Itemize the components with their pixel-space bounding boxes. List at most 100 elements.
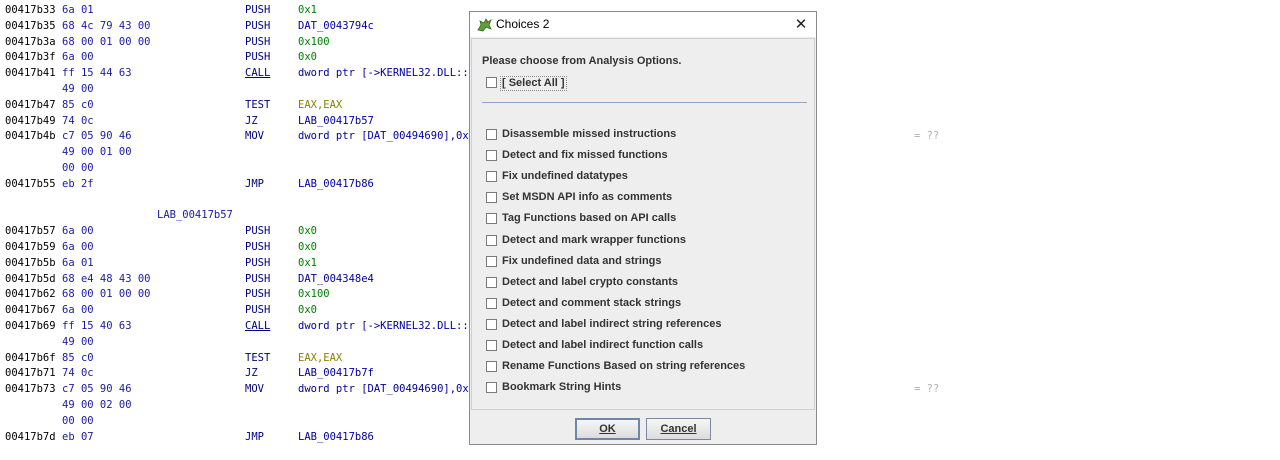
instruction-mnemonic: CALL xyxy=(245,67,271,80)
instruction-operands: 0x100 xyxy=(298,35,330,48)
instruction-mnemonic: PUSH xyxy=(245,304,271,317)
instruction-mnemonic: MOV xyxy=(245,130,264,143)
instruction-address: 00417b69 xyxy=(5,320,56,332)
eol-comment: = ?? xyxy=(914,383,940,396)
instruction-mnemonic: TEST xyxy=(245,98,271,111)
instruction-address: 00417b7d xyxy=(5,430,56,443)
instruction-bytes: 49 00 02 00 xyxy=(62,399,132,411)
analysis-option-label[interactable]: Detect and label indirect string referen… xyxy=(502,318,721,330)
instruction-bytes: eb 07 xyxy=(62,430,94,443)
instruction-bytes: 6a 01 xyxy=(62,256,94,269)
choices-dialog: Choices 2 ✕ Please choose from Analysis … xyxy=(469,11,817,445)
analysis-option-label[interactable]: Fix undefined datatypes xyxy=(502,170,628,182)
instruction-mnemonic: JMP xyxy=(245,430,264,443)
dialog-prompt: Please choose from Analysis Options. xyxy=(482,55,682,67)
analysis-option-label[interactable]: Fix undefined data and strings xyxy=(502,255,662,267)
instruction-address: 00417b55 xyxy=(5,177,56,190)
instruction-mnemonic: JZ xyxy=(245,114,258,127)
analysis-option-label[interactable]: Rename Functions Based on string referen… xyxy=(502,360,745,372)
checkbox-box[interactable] xyxy=(486,150,497,162)
instruction-address: 00417b41 xyxy=(5,67,56,80)
instruction-address: 00417b62 xyxy=(5,288,56,301)
dialog-title: Choices 2 xyxy=(496,17,550,31)
instruction-operands: 0x0 xyxy=(298,241,317,253)
analysis-option-label[interactable]: Disassemble missed instructions xyxy=(502,128,676,140)
checkbox-box[interactable] xyxy=(486,255,497,267)
instruction-bytes: 68 4c 79 43 00 xyxy=(62,19,151,32)
analysis-option-label[interactable]: Detect and mark wrapper functions xyxy=(502,234,686,246)
analysis-option-label[interactable]: Detect and label crypto constants xyxy=(502,276,678,288)
instruction-operands: EAX,EAX xyxy=(298,98,343,111)
instruction-bytes: 49 00 xyxy=(62,83,94,95)
instruction-bytes: 68 00 01 00 00 xyxy=(62,288,151,301)
instruction-address: 00417b67 xyxy=(5,304,56,317)
analysis-option-label[interactable]: Set MSDN API info as comments xyxy=(502,191,672,203)
checkbox-box[interactable] xyxy=(486,382,497,394)
instruction-address: 00417b71 xyxy=(5,367,56,380)
instruction-bytes: 6a 00 xyxy=(62,51,94,64)
instruction-mnemonic: PUSH xyxy=(245,51,271,64)
instruction-operands: 0x0 xyxy=(298,51,317,64)
checkbox-box[interactable] xyxy=(486,171,497,183)
instruction-mnemonic: PUSH xyxy=(245,35,271,48)
analysis-option-label[interactable]: Bookmark String Hints xyxy=(502,381,621,393)
instruction-address: 00417b3f xyxy=(5,51,56,64)
instruction-mnemonic: JZ xyxy=(245,367,258,380)
checkbox-box[interactable] xyxy=(486,318,497,330)
checkbox-box[interactable] xyxy=(486,340,497,351)
instruction-address: 00417b35 xyxy=(5,19,56,32)
instruction-bytes: 6a 00 xyxy=(62,241,94,253)
checkbox-box[interactable] xyxy=(486,297,497,309)
instruction-address: 00417b47 xyxy=(5,98,56,111)
instruction-address: 00417b5d xyxy=(5,272,56,285)
instruction-address: 00417b57 xyxy=(5,225,56,238)
code-label: LAB_00417b57 xyxy=(157,209,233,222)
checkbox-box[interactable] xyxy=(486,77,497,88)
options-panel: Please choose from Analysis Options. [ S… xyxy=(471,38,815,410)
analysis-option-label[interactable]: Detect and label indirect function calls xyxy=(502,339,703,351)
close-icon[interactable]: ✕ xyxy=(786,12,816,37)
checkbox-box[interactable] xyxy=(486,213,497,225)
instruction-mnemonic: TEST xyxy=(245,351,271,364)
instruction-bytes: ff 15 40 63 xyxy=(62,320,132,332)
instruction-address: 00417b6f xyxy=(5,351,56,364)
instruction-operands: 0x100 xyxy=(298,288,330,301)
instruction-operands: dword ptr [DAT_00494690],0x2 xyxy=(298,383,476,396)
checkbox-box[interactable] xyxy=(486,276,497,288)
instruction-mnemonic: PUSH xyxy=(245,4,271,16)
analysis-option-label[interactable]: Detect and comment stack strings xyxy=(502,297,681,309)
instruction-operands: dword ptr [->KERNEL32.DLL::I xyxy=(298,320,476,332)
analysis-option-label[interactable]: Tag Functions based on API calls xyxy=(502,212,676,224)
instruction-bytes: 68 00 01 00 00 xyxy=(62,35,151,48)
instruction-operands: DAT_004348e4 xyxy=(298,272,374,285)
checkbox-box[interactable] xyxy=(486,234,497,246)
instruction-bytes: 6a 01 xyxy=(62,4,94,16)
select-all-label[interactable]: [ Select All ] xyxy=(500,76,567,91)
instruction-address: 00417b33 xyxy=(5,4,56,16)
analysis-option-label[interactable]: Detect and fix missed functions xyxy=(502,149,668,161)
checkbox-box[interactable] xyxy=(486,129,497,140)
dragon-app-icon xyxy=(477,18,492,32)
instruction-operands: 0x1 xyxy=(298,4,317,16)
instruction-bytes: 6a 00 xyxy=(62,225,94,238)
instruction-mnemonic: PUSH xyxy=(245,288,271,301)
instruction-bytes: 6a 00 xyxy=(62,304,94,317)
checkbox-box[interactable] xyxy=(486,361,497,373)
instruction-operands: 0x0 xyxy=(298,304,317,317)
ok-button[interactable]: OK xyxy=(575,418,640,440)
instruction-operands: EAX,EAX xyxy=(298,351,343,364)
cancel-button[interactable]: Cancel xyxy=(646,418,711,440)
instruction-bytes: 49 00 xyxy=(62,335,94,348)
instruction-mnemonic: PUSH xyxy=(245,225,271,238)
instruction-bytes: ff 15 44 63 xyxy=(62,67,132,80)
eol-comment: = ?? xyxy=(914,130,940,143)
instruction-bytes: 00 00 xyxy=(62,414,94,427)
checkbox-box[interactable] xyxy=(486,192,497,204)
dialog-titlebar[interactable]: Choices 2 ✕ xyxy=(470,12,816,37)
instruction-bytes: 00 00 xyxy=(62,162,94,174)
instruction-bytes: eb 2f xyxy=(62,177,94,190)
instruction-mnemonic: PUSH xyxy=(245,19,271,32)
instruction-mnemonic: CALL xyxy=(245,320,271,332)
instruction-operands: 0x0 xyxy=(298,225,317,238)
instruction-bytes: c7 05 90 46 xyxy=(62,130,132,143)
